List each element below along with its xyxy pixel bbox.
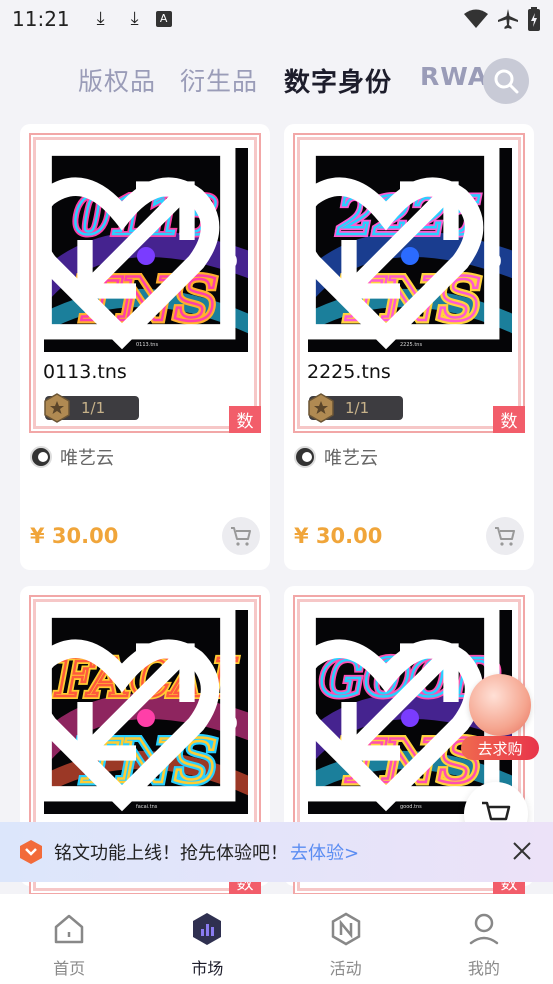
bottom-nav: 首页 市场 活动 我的 [0,894,553,984]
star-badge-icon [44,393,70,423]
status-bar: 11:21 ⤓ ⤓ A [0,0,553,38]
tab-rwa[interactable]: RWA [420,62,488,91]
gift-icon [469,674,531,736]
product-name: 0113.tns [43,361,127,383]
status-time: 11:21 [12,7,70,31]
download-icon: ⤓ [130,8,139,29]
banner-text: 铭文功能上线！抢先体验吧！ [54,843,288,864]
card-frame: 0113 0113 TNS TNS 0113.tns 0 0113.tns 1/… [29,133,261,433]
wifi-icon [464,9,488,28]
add-to-cart-button[interactable] [486,517,524,555]
product-card[interactable]: 0113 0113 TNS TNS 0113.tns 0 0113.tns 1/… [20,124,270,570]
announcement-banner: 铭文功能上线！抢先体验吧！ 去体验> [0,822,553,882]
search-button[interactable] [483,58,529,104]
nav-label: 我的 [467,959,500,978]
artwork-image[interactable]: FACAI FACAI TNS TNS facai.tns 0 [44,610,248,814]
airplane-icon [498,9,518,29]
nav-label: 首页 [53,959,86,978]
edition-text: 1/1 [81,399,106,417]
product-name: 2225.tns [307,361,391,383]
avatar [294,446,316,468]
star-badge-icon [308,393,334,423]
nav-profile[interactable]: 我的 [415,894,553,984]
request-buy-button[interactable]: 去求购 [461,674,539,766]
download-icon: ⤓ [96,8,105,29]
request-buy-label: 去求购 [461,736,539,760]
tab-copyright[interactable]: 版权品 [78,62,156,98]
market-icon [193,913,222,945]
creator-name: 唯艺云 [60,448,114,469]
edition-badge: 1/1 [44,393,139,423]
creator[interactable]: 唯艺云 [294,444,378,470]
creator[interactable]: 唯艺云 [30,444,114,470]
tab-derivatives[interactable]: 衍生品 [180,62,258,98]
home-icon [54,914,84,944]
expand-icon[interactable] [44,148,238,342]
cart-icon [495,527,515,546]
product-card[interactable]: 2225 2225 TNS TNS 2225.tns 0 2225.tns 1/… [284,124,534,570]
avatar [30,446,52,468]
nav-label: 活动 [329,959,362,978]
banner-link[interactable]: 去体验> [290,839,359,865]
cart-icon [231,527,251,546]
category-tabs: 版权品 衍生品 数字身份 RWA [0,56,553,106]
artwork-image[interactable]: 0113 0113 TNS TNS 0113.tns 0 [44,148,248,352]
edition-text: 1/1 [345,399,370,417]
creator-name: 唯艺云 [324,448,378,469]
card-frame: 2225 2225 TNS TNS 2225.tns 0 2225.tns 1/… [293,133,525,433]
price: ¥ 30.00 [294,524,383,548]
activity-icon [331,912,360,946]
artwork-image[interactable]: 2225 2225 TNS TNS 2225.tns 0 [308,148,512,352]
add-to-cart-button[interactable] [222,517,260,555]
edition-badge: 1/1 [308,393,403,423]
expand-icon[interactable] [308,148,502,342]
close-icon[interactable] [511,840,533,862]
brand-logo-icon [20,840,42,864]
nav-market[interactable]: 市场 [138,894,276,984]
expand-icon[interactable] [44,610,238,804]
font-icon: A [155,11,172,27]
profile-icon [469,913,499,945]
nav-home[interactable]: 首页 [0,894,138,984]
nav-activity[interactable]: 活动 [277,894,415,984]
battery-icon [528,7,540,31]
digital-tag: 数 [493,406,525,433]
tab-digital-identity[interactable]: 数字身份 [284,62,392,99]
digital-tag: 数 [229,406,261,433]
nav-label: 市场 [191,959,224,978]
price: ¥ 30.00 [30,524,119,548]
search-icon [494,69,519,94]
